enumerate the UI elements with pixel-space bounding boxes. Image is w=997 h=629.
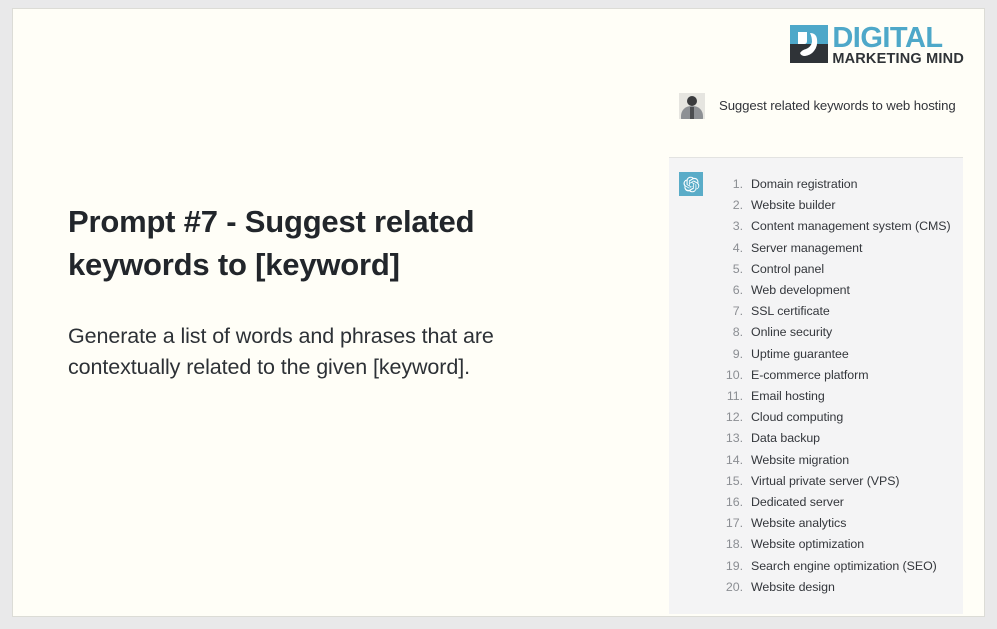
- list-item: 14. Website migration: [719, 450, 953, 471]
- list-item: 1. Domain registration: [719, 174, 953, 195]
- list-item-label: Website design: [751, 579, 835, 594]
- list-item-label: Email hosting: [751, 389, 825, 404]
- list-item-number: 5.: [732, 261, 743, 276]
- list-item-number: 10.: [725, 367, 743, 382]
- list-item: 15. Virtual private server (VPS): [719, 471, 953, 492]
- brand-subtitle: MARKETING MIND: [832, 51, 964, 67]
- list-item-label: Dedicated server: [751, 495, 844, 510]
- list-item: 16. Dedicated server: [719, 492, 953, 513]
- list-item-label: Website optimization: [751, 537, 865, 552]
- list-item-label: Virtual private server (VPS): [751, 473, 900, 488]
- list-item: 20. Website design: [719, 577, 953, 598]
- list-item-number: 14.: [725, 452, 743, 467]
- page-title: Prompt #7 - Suggest related keywords to …: [68, 204, 475, 282]
- list-item-number: 1.: [732, 177, 743, 191]
- list-item-number: 19.: [725, 558, 743, 573]
- list-item: 10. E-commerce platform: [719, 365, 953, 386]
- list-item-number: 7.: [732, 304, 743, 319]
- list-item-number: 13.: [725, 431, 743, 446]
- list-item-number: 15.: [725, 473, 743, 488]
- list-item: 4. Server management: [719, 238, 953, 259]
- list-item: 6. Web development: [719, 280, 953, 301]
- list-item-label: Data backup: [751, 431, 821, 446]
- prompt-description: Generate a list of words and phrases tha…: [68, 323, 494, 380]
- chatgpt-icon: [679, 172, 703, 196]
- list-item-number: 8.: [732, 325, 743, 340]
- assistant-message-row: 1. Domain registration 2. Website builder …: [669, 158, 963, 615]
- list-item-label: Content management system (CMS): [751, 219, 951, 234]
- list-item: 17. Website analytics: [719, 513, 953, 534]
- list-item-number: 4.: [732, 240, 743, 255]
- list-item-number: 12.: [725, 410, 743, 425]
- list-item-label: Website builder: [751, 198, 836, 213]
- list-item-number: 18.: [725, 537, 743, 552]
- list-item-number: 9.: [732, 346, 743, 361]
- list-item-label: Server management: [751, 240, 863, 255]
- keyword-list: 1. Domain registration 2. Website builder …: [719, 172, 953, 598]
- list-item: 2. Website builder: [719, 195, 953, 216]
- prompt-block: Prompt #7 - Suggest related keywords to …: [68, 201, 588, 384]
- digital-marketing-mind-logo-icon: [790, 25, 829, 63]
- list-item: 3. Content management system (CMS): [719, 216, 953, 237]
- user-message-row: Suggest related keywords to web hosting: [669, 85, 963, 129]
- logo-glyph-icon: [798, 32, 818, 56]
- list-item: 12. Cloud computing: [719, 407, 953, 428]
- list-item: 18. Website optimization: [719, 534, 953, 555]
- list-item-number: 11.: [726, 389, 743, 404]
- list-item: 8. Online security: [719, 322, 953, 343]
- list-item: 5. Control panel: [719, 259, 953, 280]
- user-message-text: Suggest related keywords to web hosting: [719, 98, 956, 114]
- brand-logo: DIGITAL MARKETING MIND: [790, 22, 964, 71]
- list-item: 13. Data backup: [719, 428, 953, 449]
- slide-canvas: DIGITAL MARKETING MIND Prompt #7 - Sugge…: [12, 8, 985, 617]
- list-item-label: E-commerce platform: [751, 367, 869, 382]
- list-item-number: 16.: [725, 495, 743, 510]
- list-item-label: Cloud computing: [751, 410, 844, 425]
- list-item: 7. SSL certificate: [719, 301, 953, 322]
- list-item-label: Domain registration: [751, 177, 858, 191]
- brand-title: DIGITAL: [832, 22, 943, 54]
- list-item-number: 3.: [732, 219, 743, 234]
- list-item-label: Website analytics: [751, 516, 847, 531]
- list-item-label: Uptime guarantee: [751, 346, 849, 361]
- list-item-label: Search engine optimization (SEO): [751, 558, 937, 573]
- list-item-number: 17.: [725, 516, 743, 531]
- list-item-number: 20.: [725, 579, 743, 594]
- chat-transcript: Suggest related keywords to web hosting …: [669, 85, 963, 615]
- list-item-label: SSL certificate: [751, 304, 830, 319]
- list-item: 19. Search engine optimization (SEO): [719, 556, 953, 577]
- list-item-number: 2.: [732, 198, 743, 213]
- list-item: 11. Email hosting: [719, 386, 953, 407]
- list-item-label: Control panel: [751, 261, 825, 276]
- avatar: [679, 93, 705, 119]
- list-item-label: Website migration: [751, 452, 850, 467]
- list-item-label: Online security: [751, 325, 833, 340]
- list-item-number: 6.: [732, 283, 743, 298]
- list-item: 9. Uptime guarantee: [719, 344, 953, 365]
- list-item-label: Web development: [751, 283, 850, 298]
- brand-wordmark: DIGITAL MARKETING MIND: [832, 22, 964, 68]
